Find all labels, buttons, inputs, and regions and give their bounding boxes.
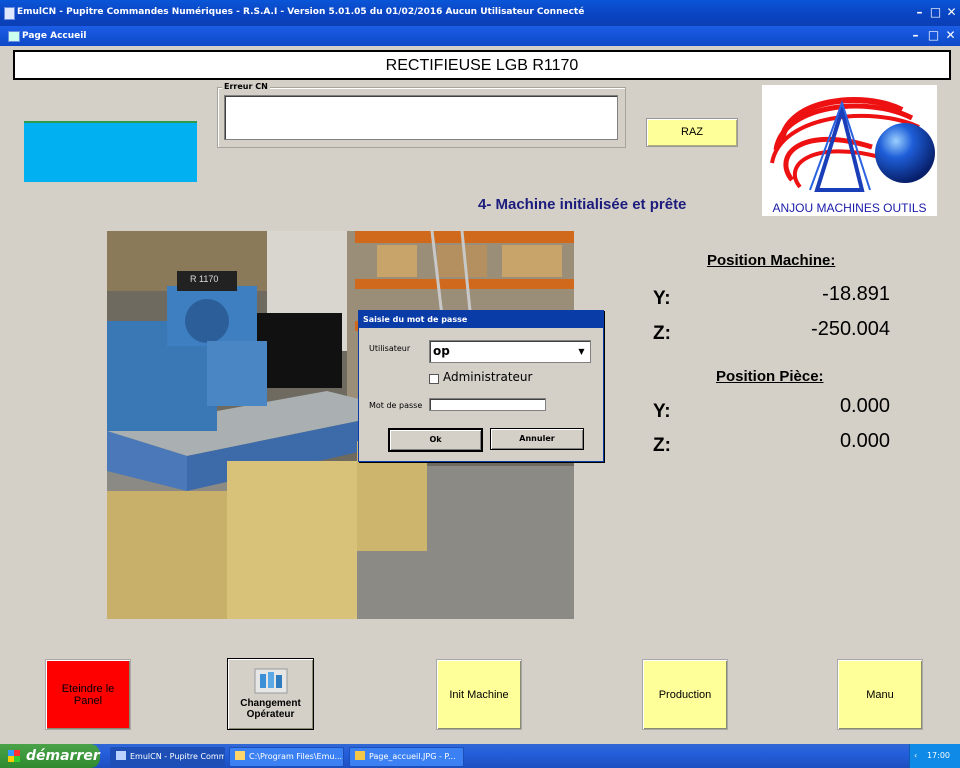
anjou-logo: ANJOU MACHINES OUTILS	[762, 85, 937, 216]
taskbar-item-paint[interactable]: Page_accueil.JPG - P...	[349, 747, 464, 767]
machine-status-text: 4- Machine initialisée et prête	[478, 196, 687, 213]
user-select[interactable]: op ▼	[429, 340, 591, 363]
taskbar-item-explorer[interactable]: C:\Program Files\Emu...	[229, 747, 344, 767]
piece-z-label: Z:	[653, 435, 671, 456]
window-title-bar[interactable]: EmulCN - Pupitre Commandes Numériques - …	[0, 0, 960, 26]
cancel-button[interactable]: Annuler	[490, 428, 584, 450]
start-label: démarrer	[26, 748, 100, 764]
child-close-button[interactable]: ✕	[943, 28, 958, 43]
child-maximize-button[interactable]: □	[926, 28, 941, 43]
taskbar-item-emulcn[interactable]: EmulCN - Pupitre Comm...	[110, 747, 225, 767]
init-machine-button[interactable]: Init Machine	[436, 659, 522, 730]
child-window-title-bar[interactable]: Page Accueil – □ ✕	[0, 26, 960, 46]
erreur-cn-field[interactable]	[224, 95, 618, 140]
system-tray: ‹ 17:00	[909, 744, 960, 768]
piece-z-value: 0.000	[839, 430, 890, 452]
changement-operateur-label: Changement Opérateur	[240, 698, 301, 720]
machine-z-label: Z:	[653, 323, 671, 344]
page-icon	[8, 31, 20, 42]
logo-graphic	[770, 97, 935, 192]
status-indicator-panel	[24, 121, 197, 182]
piece-y-label: Y:	[653, 401, 671, 422]
eteindre-panel-button[interactable]: Eteindre le Panel	[45, 659, 131, 730]
app-icon	[116, 751, 126, 760]
raz-button[interactable]: RAZ	[646, 118, 738, 147]
taskbar-item-label: C:\Program Files\Emu...	[249, 752, 343, 761]
admin-checkbox-label[interactable]: Administrateur	[443, 370, 532, 384]
maximize-button[interactable]: □	[928, 5, 943, 20]
erreur-cn-legend: Erreur CN	[222, 82, 270, 91]
changement-operateur-button[interactable]: Changement Opérateur	[227, 658, 314, 730]
start-button[interactable]: démarrer	[0, 744, 100, 768]
clock: 17:00	[926, 751, 950, 760]
admin-checkbox[interactable]	[429, 374, 439, 384]
machine-plate-label: R 1170	[190, 274, 219, 284]
user-label: Utilisateur	[369, 344, 411, 353]
taskbar-item-label: EmulCN - Pupitre Comm...	[130, 752, 225, 761]
child-window-title: Page Accueil	[22, 31, 87, 41]
manu-button[interactable]: Manu	[837, 659, 923, 730]
machine-z-value: -250.004	[811, 318, 890, 340]
ok-button[interactable]: Ok	[388, 428, 483, 452]
paint-icon	[355, 751, 365, 760]
windows-flag-icon	[8, 750, 20, 762]
window-title: EmulCN - Pupitre Commandes Numériques - …	[17, 7, 585, 17]
eteindre-panel-label: Eteindre le Panel	[61, 682, 115, 707]
user-select-value: op	[433, 344, 450, 358]
piece-y-value: 0.000	[839, 395, 890, 417]
app-icon	[4, 7, 15, 20]
taskbar-item-label: Page_accueil.JPG - P...	[369, 752, 456, 761]
machine-title: RECTIFIEUSE LGB R1170	[13, 50, 951, 80]
child-minimize-button[interactable]: –	[908, 28, 923, 43]
password-dialog-title-bar[interactable]: Saisie du mot de passe	[359, 311, 603, 328]
position-machine-title: Position Machine:	[707, 252, 836, 269]
password-label: Mot de passe	[369, 401, 423, 410]
close-button[interactable]: ✕	[944, 5, 959, 20]
position-piece-title: Position Pièce:	[716, 368, 824, 385]
password-input[interactable]	[429, 398, 546, 411]
chevron-down-icon[interactable]: ▼	[574, 342, 589, 361]
production-button[interactable]: Production	[642, 659, 728, 730]
password-dialog-title: Saisie du mot de passe	[363, 315, 468, 324]
machine-y-label: Y:	[653, 288, 671, 309]
password-dialog: Saisie du mot de passe Utilisateur op ▼ …	[358, 310, 604, 462]
logo-text: ANJOU MACHINES OUTILS	[772, 201, 927, 215]
folder-icon	[235, 751, 245, 760]
minimize-button[interactable]: –	[912, 5, 927, 20]
users-icon	[254, 668, 287, 694]
machine-y-value: -18.891	[822, 283, 890, 305]
tray-expand-icon[interactable]: ‹	[914, 744, 917, 768]
taskbar: démarrer EmulCN - Pupitre Comm... C:\Pro…	[0, 744, 960, 768]
